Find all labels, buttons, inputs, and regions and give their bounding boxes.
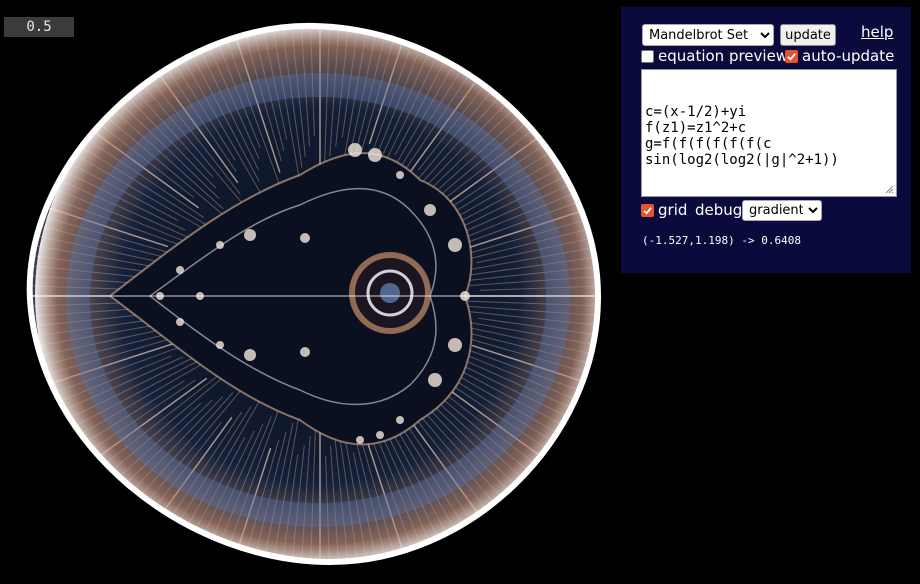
equation-preview-label: equation preview — [658, 47, 789, 65]
grid-checkbox[interactable] — [641, 203, 654, 217]
check-icon — [787, 52, 796, 61]
gradient-select[interactable]: gradient — [742, 200, 822, 221]
equation-editor[interactable]: c=(x-1/2)+yi f(z1)=z1^2+c g=f(f(f(f(f(f(… — [641, 69, 897, 197]
auto-update-label: auto-update — [802, 47, 895, 65]
coordinate-readout: (-1.527,1.198) -> 0.6408 — [642, 234, 801, 247]
help-link[interactable]: help — [861, 23, 893, 41]
update-button[interactable]: update — [780, 24, 836, 46]
resize-grip-icon[interactable] — [885, 185, 894, 194]
auto-update-checkbox[interactable] — [785, 49, 798, 63]
scale-readout: 0.5 — [4, 17, 74, 37]
grid-toggle[interactable]: grid — [641, 201, 687, 219]
control-panel: Mandelbrot Set update help equation prev… — [621, 7, 911, 273]
equation-preview-checkbox[interactable] — [641, 49, 654, 63]
fractal-canvas[interactable] — [0, 0, 620, 584]
check-icon — [643, 206, 652, 215]
equation-text: c=(x-1/2)+yi f(z1)=z1^2+c g=f(f(f(f(f(f(… — [645, 104, 839, 168]
debug-label: debug — [695, 201, 743, 219]
fractal-render — [26, 22, 602, 566]
preset-select[interactable]: Mandelbrot Set — [642, 24, 774, 46]
grid-label: grid — [658, 201, 688, 219]
equation-preview-toggle[interactable]: equation preview — [641, 47, 788, 65]
auto-update-toggle[interactable]: auto-update — [785, 47, 894, 65]
